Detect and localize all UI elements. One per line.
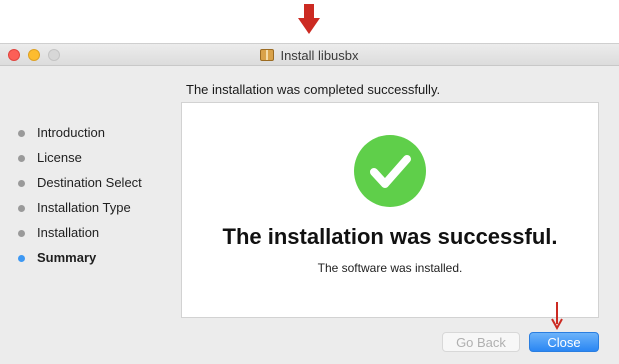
installer-window: Install libusbx The installation was com… <box>0 43 619 364</box>
step-dot-icon <box>18 155 25 162</box>
step-label: Introduction <box>37 125 105 140</box>
step-label: License <box>37 150 82 165</box>
step-dot-icon <box>18 180 25 187</box>
step-summary: Summary <box>18 250 142 275</box>
summary-panel: The installation was successful. The sof… <box>181 102 599 318</box>
success-subtitle: The software was installed. <box>317 261 463 275</box>
step-dot-icon <box>18 205 25 212</box>
step-installation-type: Installation Type <box>18 200 142 225</box>
step-dot-active-icon <box>18 255 25 262</box>
step-license: License <box>18 150 142 175</box>
window-title: Install libusbx <box>280 47 359 63</box>
step-label: Summary <box>37 250 97 265</box>
step-destination-select: Destination Select <box>18 175 142 200</box>
step-label: Destination Select <box>37 175 142 190</box>
checkmark-icon <box>354 135 426 207</box>
installer-steps-sidebar: Introduction License Destination Select … <box>18 125 142 275</box>
go-back-button[interactable]: Go Back <box>442 332 520 352</box>
step-dot-icon <box>18 130 25 137</box>
page-heading: The installation was completed successfu… <box>186 82 441 97</box>
step-label: Installation <box>37 225 100 240</box>
step-installation: Installation <box>18 225 142 250</box>
annotation-arrow-down-icon <box>298 4 320 34</box>
step-dot-icon <box>18 230 25 237</box>
close-button[interactable]: Close <box>529 332 599 352</box>
package-icon <box>260 49 275 61</box>
step-introduction: Introduction <box>18 125 142 150</box>
step-label: Installation Type <box>37 200 131 215</box>
success-title: The installation was successful. <box>222 224 558 249</box>
annotation-arrow-down-icon <box>551 302 563 330</box>
title-bar[interactable]: Install libusbx <box>0 44 619 66</box>
